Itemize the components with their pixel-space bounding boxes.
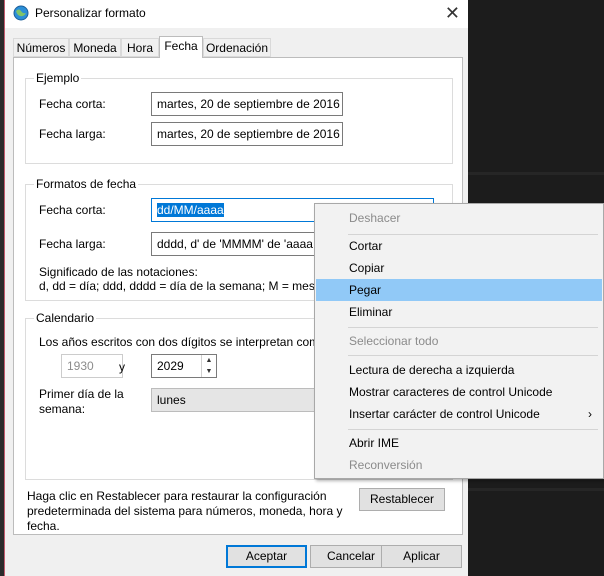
ejemplo-group: Ejemplo Fecha corta: martes, 20 de septi… [25, 71, 453, 164]
two-digit-year-text: Los años escritos con dos dígitos se int… [39, 335, 326, 349]
year-from-input: 1930 [61, 354, 123, 378]
short-date-label: Fecha corta: [39, 203, 106, 217]
close-icon[interactable]: ✕ [445, 3, 460, 24]
reset-info-line2: predeterminada del sistema para números,… [27, 504, 343, 518]
menu-separator [348, 327, 598, 328]
accept-button[interactable]: Aceptar [226, 545, 307, 568]
ejemplo-legend: Ejemplo [34, 71, 82, 85]
tab-ordenacion[interactable]: Ordenación [203, 38, 271, 57]
date-formats-legend: Formatos de fecha [34, 177, 139, 191]
short-date-selection: dd/MM/aaaa [157, 203, 224, 217]
tab-moneda[interactable]: Moneda [69, 38, 121, 57]
menu-item-insert-unicode[interactable]: Insertar carácter de control Unicode › [316, 403, 602, 425]
menu-item-paste[interactable]: Pegar [316, 279, 602, 301]
menu-item-copy[interactable]: Copiar [316, 257, 602, 279]
tab-hora[interactable]: Hora [121, 38, 159, 57]
menu-item-undo[interactable]: Deshacer [316, 207, 602, 229]
insert-unicode-label: Insertar carácter de control Unicode [349, 407, 540, 421]
reset-info-line3: fecha. [27, 519, 60, 533]
year-and-label: y [119, 360, 125, 374]
first-day-label-line1: Primer día de la [39, 387, 124, 401]
menu-item-select-all[interactable]: Seleccionar todo [316, 330, 602, 352]
menu-item-cut[interactable]: Cortar [316, 235, 602, 257]
tab-numeros[interactable]: Números [13, 38, 69, 57]
menu-item-reconversion[interactable]: Reconversión [316, 454, 602, 476]
tab-fecha[interactable]: Fecha [159, 36, 203, 58]
menu-item-open-ime[interactable]: Abrir IME [316, 432, 602, 454]
example-long-label: Fecha larga: [39, 127, 106, 141]
first-day-label-line2: semana: [39, 402, 86, 416]
notation-title: Significado de las notaciones: [39, 265, 198, 279]
reset-button[interactable]: Restablecer [359, 488, 445, 511]
globe-icon [13, 5, 29, 21]
apply-button[interactable]: Aplicar [381, 545, 462, 568]
spin-down-icon[interactable]: ▼ [202, 366, 216, 377]
example-short-label: Fecha corta: [39, 97, 106, 111]
submenu-arrow-icon: › [588, 407, 592, 421]
spin-up-icon[interactable]: ▲ [202, 355, 216, 366]
example-short-value: martes, 20 de septiembre de 2016 [151, 92, 343, 116]
reset-info-line1: Haga clic en Restablecer para restaurar … [27, 489, 327, 503]
title-bar: Personalizar formato ✕ [5, 0, 468, 28]
cancel-button[interactable]: Cancelar [310, 545, 392, 568]
calendar-legend: Calendario [34, 311, 97, 325]
menu-separator [348, 429, 598, 430]
menu-separator [348, 355, 598, 356]
notation-text: d, dd = día; ddd, dddd = día de la seman… [39, 279, 319, 293]
example-long-value: martes, 20 de septiembre de 2016 [151, 122, 343, 146]
context-menu: Deshacer Cortar Copiar Pegar Eliminar Se… [314, 203, 604, 479]
menu-item-rtl-reading[interactable]: Lectura de derecha a izquierda [316, 359, 602, 381]
window-title: Personalizar formato [35, 6, 146, 20]
year-to-value: 2029 [157, 359, 184, 373]
long-date-label: Fecha larga: [39, 237, 106, 251]
year-to-input[interactable]: 2029 ▲ ▼ [151, 354, 217, 378]
year-spinner[interactable]: ▲ ▼ [201, 355, 216, 377]
menu-item-show-unicode[interactable]: Mostrar caracteres de control Unicode [316, 381, 602, 403]
menu-item-delete[interactable]: Eliminar [316, 301, 602, 323]
